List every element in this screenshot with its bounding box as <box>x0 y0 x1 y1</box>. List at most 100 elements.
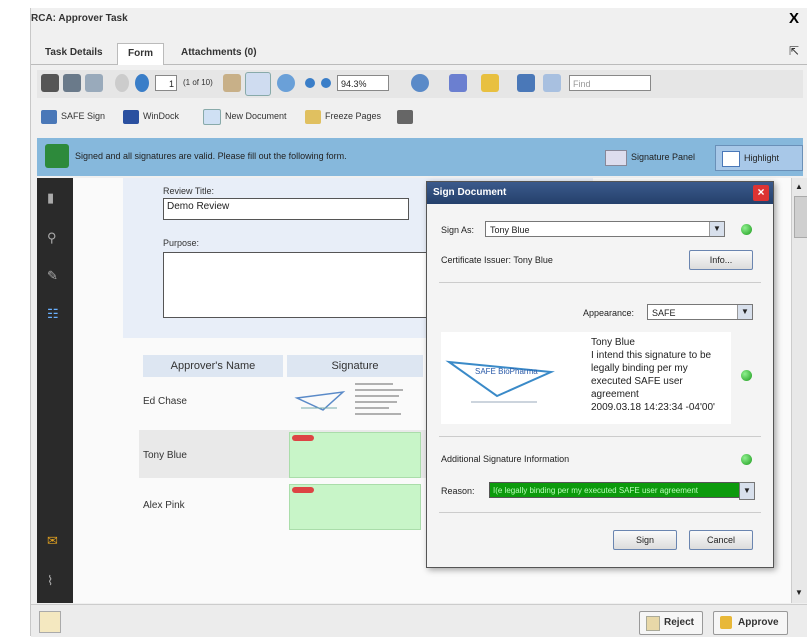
tab-form[interactable]: Form <box>117 43 164 65</box>
chevron-down-icon[interactable]: ▼ <box>739 482 755 500</box>
approve-icon <box>720 616 732 629</box>
safe-biopharma-logo: SAFE BioPharma <box>445 360 555 403</box>
freeze-pages-button[interactable]: Freeze Pages <box>305 107 381 125</box>
dialog-title: Sign Document <box>433 187 507 198</box>
reason-label: Reason: <box>441 486 475 496</box>
cancel-button[interactable]: Cancel <box>689 530 753 550</box>
hand-tool-icon[interactable] <box>245 72 271 96</box>
select-text-icon[interactable] <box>223 74 241 92</box>
logo-text: SAFE BioPharma <box>475 367 538 376</box>
email-icon[interactable] <box>85 74 103 92</box>
signature-required-marker <box>292 435 314 441</box>
alex-pink-signature-field[interactable] <box>289 484 421 530</box>
additional-info-status-icon <box>741 454 752 465</box>
reason-value: I(e legally binding per my executed SAFE… <box>493 486 698 495</box>
safe-sign-icon <box>41 109 57 124</box>
tab-attachments[interactable]: Attachments (0) <box>171 43 267 63</box>
dialog-close-button[interactable]: × <box>753 185 769 201</box>
ed-chase-signature[interactable] <box>293 378 413 426</box>
page-number-input[interactable]: 1 <box>155 75 177 91</box>
info-button[interactable]: Info... <box>689 250 753 270</box>
appearance-status-icon <box>741 370 752 381</box>
highlight-fields-button[interactable]: Highlight Fields <box>715 145 803 187</box>
attachment-clip-icon[interactable]: ⌇ <box>47 573 61 588</box>
fields-icon[interactable]: ☷ <box>47 306 61 321</box>
task-action-bar: Reject Approve <box>31 604 807 637</box>
scroll-thumb[interactable] <box>794 196 807 238</box>
find-input[interactable]: Find <box>569 75 651 91</box>
signatures-icon[interactable]: ✎ <box>47 268 61 283</box>
signature-panel-icon <box>605 149 627 166</box>
save-copy-icon[interactable] <box>517 74 535 92</box>
approver-name-row-3: Alex Pink <box>143 500 185 511</box>
page-count: (1 of 10) <box>183 78 213 87</box>
signature-required-marker <box>292 487 314 493</box>
print-icon[interactable] <box>41 74 59 92</box>
signature-panel-button[interactable]: Signature Panel <box>599 145 701 169</box>
pin-icon[interactable]: ⇱ <box>789 44 799 58</box>
signature-panel-label: Signature Panel <box>631 152 696 162</box>
zoom-out-icon[interactable] <box>305 78 315 88</box>
next-page-icon[interactable] <box>135 74 149 92</box>
zoom-select[interactable]: 94.3% <box>337 75 389 91</box>
task-info-icon[interactable] <box>39 611 61 633</box>
new-document-icon <box>203 108 221 125</box>
chevron-down-icon[interactable]: ▼ <box>737 305 752 319</box>
pen-sign-icon <box>397 109 413 124</box>
pen-icon[interactable] <box>449 74 467 92</box>
vertical-scrollbar[interactable]: ▲ ▼ <box>791 178 807 603</box>
chevron-down-icon[interactable]: ▼ <box>709 222 724 236</box>
new-document-button[interactable]: New Document <box>203 107 287 125</box>
read-aloud-icon[interactable] <box>411 74 429 92</box>
additional-info-label: Additional Signature Information <box>441 454 570 464</box>
attachments-icon[interactable]: ⚲ <box>47 230 61 245</box>
sign-as-value: Tony Blue <box>490 225 530 235</box>
appearance-select[interactable]: SAFE ▼ <box>647 304 753 320</box>
sign-button[interactable]: Sign <box>613 530 677 550</box>
comments-icon[interactable]: ✉ <box>47 533 61 548</box>
tab-bar: Task Details Form Attachments (0) ⇱ <box>31 40 807 65</box>
pdf-toolbar: 1 (1 of 10) 94.3% Find <box>37 70 803 98</box>
certificate-issuer: Certificate Issuer: Tony Blue <box>441 255 553 265</box>
tony-blue-signature-field[interactable] <box>289 432 421 478</box>
window-close-button[interactable]: X <box>789 10 799 27</box>
reason-select[interactable]: I(e legally binding per my executed SAFE… <box>489 482 753 498</box>
scroll-down-icon[interactable]: ▼ <box>795 588 803 597</box>
save-icon[interactable] <box>63 74 81 92</box>
reject-button[interactable]: Reject <box>639 611 704 635</box>
highlight-icon[interactable] <box>481 74 499 92</box>
dialog-titlebar: Sign Document × <box>427 182 773 204</box>
review-title-field[interactable]: Demo Review <box>163 198 409 220</box>
safe-sign-button[interactable]: SAFE Sign <box>41 107 105 125</box>
zoom-in-icon[interactable] <box>321 78 331 88</box>
approver-name-row-2: Tony Blue <box>143 450 187 461</box>
purpose-field[interactable] <box>163 252 463 318</box>
approve-button[interactable]: Approve <box>713 611 788 635</box>
pen-sign-button[interactable] <box>397 107 417 125</box>
sign-as-label: Sign As: <box>441 225 475 235</box>
signature-appearance-image <box>294 383 403 415</box>
previous-page-icon[interactable] <box>115 74 129 92</box>
signature-preview: SAFE BioPharma Tony Blue I intend this s… <box>441 332 731 424</box>
pages-icon[interactable]: ▮ <box>47 190 61 205</box>
new-document-label: New Document <box>225 111 287 121</box>
scroll-up-icon[interactable]: ▲ <box>795 182 803 191</box>
sign-as-select[interactable]: Tony Blue ▼ <box>485 221 725 237</box>
signature-preview-text: Tony Blue I intend this signature to be … <box>591 337 715 413</box>
zoom-icon[interactable] <box>277 74 295 92</box>
freeze-pages-icon <box>305 109 321 124</box>
safe-sign-label: SAFE Sign <box>61 111 106 121</box>
approver-name-header: Approver's Name <box>143 355 283 377</box>
divider <box>439 436 761 437</box>
sign-as-status-icon <box>741 224 752 235</box>
document-icon[interactable] <box>543 74 561 92</box>
divider <box>439 512 761 513</box>
windock-label: WinDock <box>143 111 180 121</box>
review-title-label: Review Title: <box>163 186 215 196</box>
tab-task-details[interactable]: Task Details <box>35 43 113 63</box>
navigation-pane: ▮ ⚲ ✎ ☷ ✉ ⌇ <box>37 178 73 603</box>
signed-valid-icon <box>45 144 69 168</box>
plugin-toolbar: SAFE Sign WinDock New Document Freeze Pa… <box>37 102 803 130</box>
approver-name-row-1: Ed Chase <box>143 396 187 407</box>
windock-button[interactable]: WinDock <box>123 107 179 125</box>
